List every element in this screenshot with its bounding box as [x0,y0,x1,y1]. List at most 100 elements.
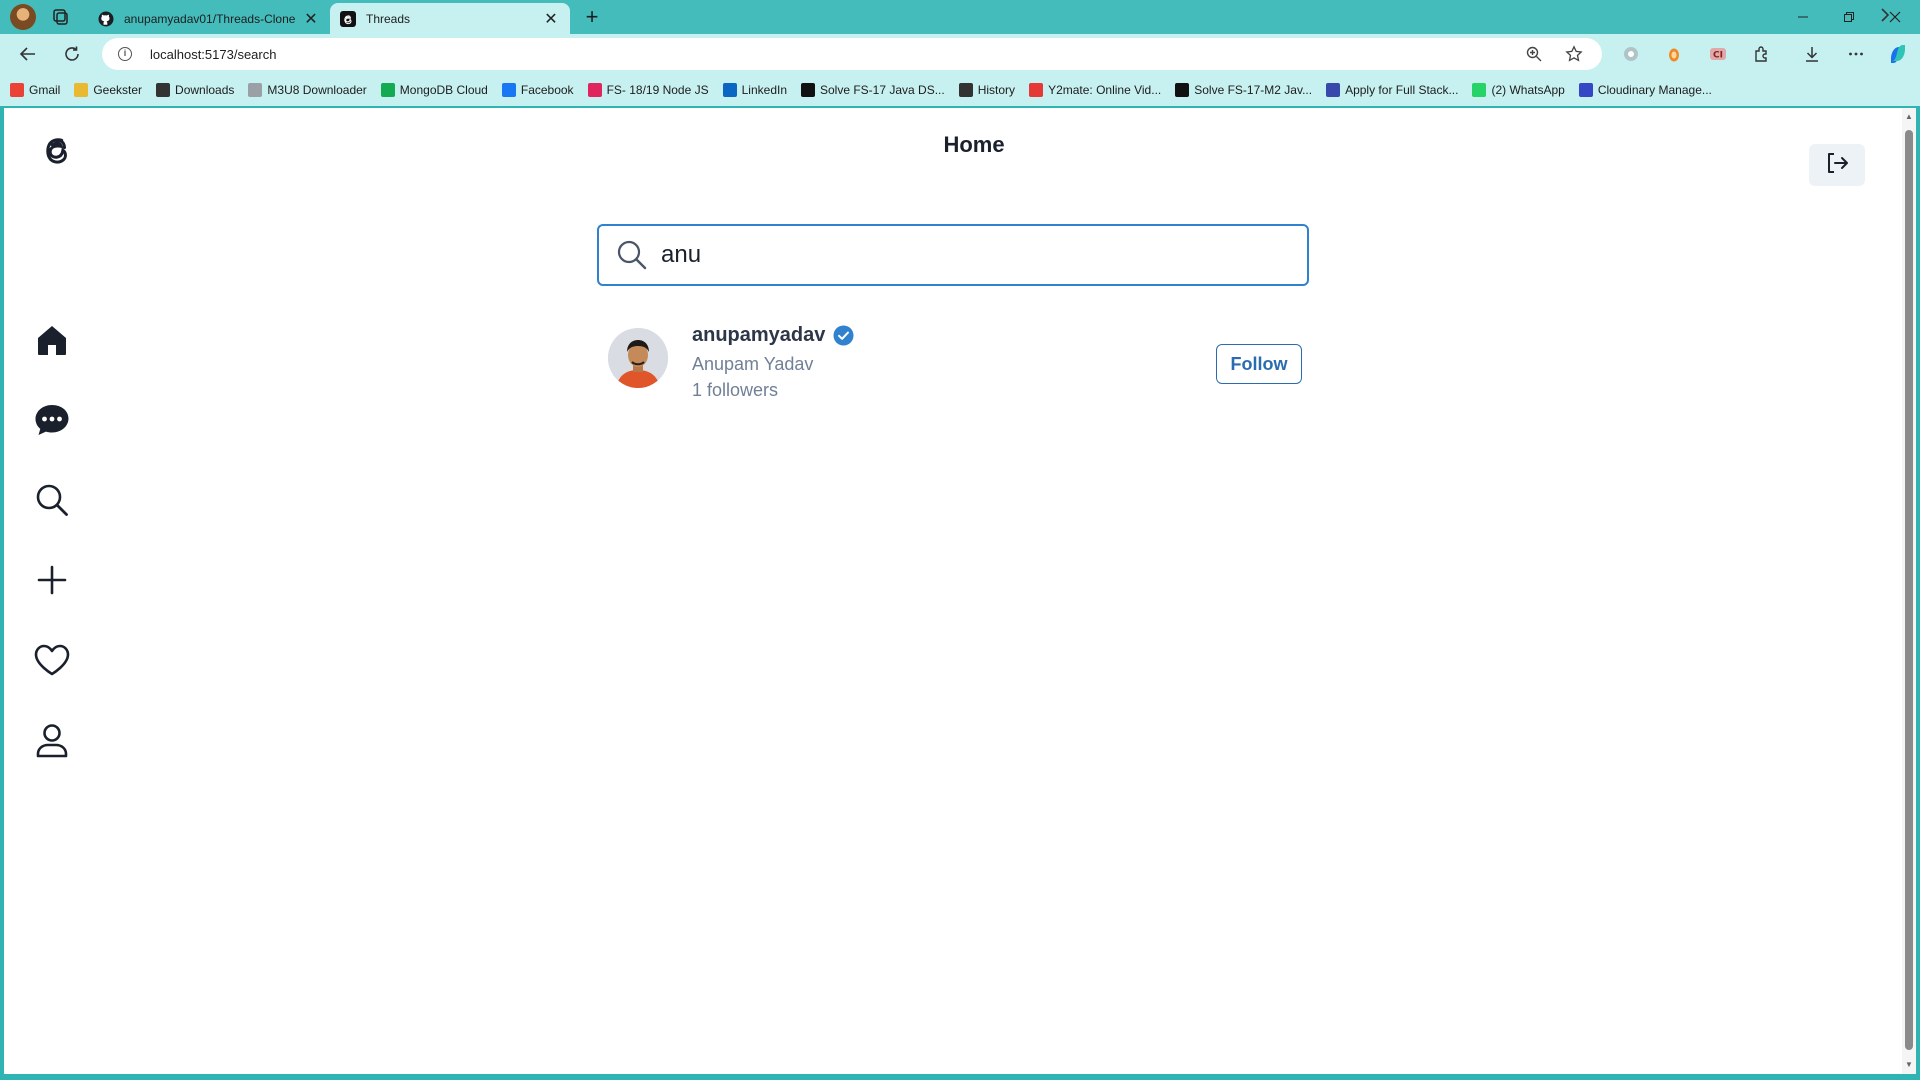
y2mate-icon [1029,83,1044,97]
bookmark-item[interactable]: Cloudinary Manage... [1578,83,1712,97]
restore-icon[interactable] [1826,0,1872,34]
m3u8-icon [248,83,263,97]
scrollbar-thumb[interactable] [1905,130,1913,1050]
github-icon [98,11,114,27]
nav-profile[interactable] [28,718,76,766]
avatar[interactable] [608,328,668,388]
bookmark-item[interactable]: Solve FS-17-M2 Jav... [1175,83,1312,97]
close-window-icon[interactable] [1872,0,1918,34]
copilot-icon[interactable] [1886,42,1910,66]
nav-messages[interactable] [28,398,76,446]
tab-github[interactable]: anupamyadav01/Threads-Clone ✕ [88,3,330,34]
download-icon [156,83,171,97]
new-tab-button[interactable]: + [581,6,603,28]
zoom-icon[interactable] [1522,42,1546,66]
more-menu-icon[interactable] [1844,42,1868,66]
bookmark-item[interactable]: LinkedIn [722,83,787,97]
bookmark-item[interactable]: M3U8 Downloader [248,83,367,97]
search-icon [35,483,69,522]
browser-toolbar: i localhost:5173/search CI [0,34,1920,74]
nav-create-post[interactable] [28,558,76,606]
page-content: Home anu anupamyadav Anupam Yadav 1 foll… [4,108,1902,1074]
bookmark-item[interactable]: Downloads [156,83,234,97]
bookmark-item[interactable]: History [958,83,1015,97]
bookmark-label: FS- 18/19 Node JS [606,83,709,97]
extension-icon[interactable] [1619,42,1643,66]
cloudinary-icon [1578,83,1593,97]
bookmark-icon [587,83,602,97]
bookmark-item[interactable]: Gmail [10,83,60,97]
result-username-row[interactable]: anupamyadav [692,324,854,347]
minimize-icon[interactable] [1780,0,1826,34]
user-icon [35,722,69,763]
logout-icon [1825,151,1849,180]
result-username[interactable]: anupamyadav [692,324,825,347]
address-bar[interactable]: i localhost:5173/search [102,38,1602,70]
history-icon [958,83,973,97]
bookmark-item[interactable]: FS- 18/19 Node JS [587,83,709,97]
bookmark-label: Downloads [175,83,235,97]
linkedin-icon [722,83,737,97]
bookmark-label: LinkedIn [741,83,787,97]
bookmark-item[interactable]: Facebook [501,83,574,97]
window-bottom-border [0,1074,1920,1080]
bookmark-item[interactable]: (2) WhatsApp [1472,83,1565,97]
scroll-down-icon[interactable]: ▼ [1904,1060,1914,1070]
extension-icon[interactable] [1662,42,1686,66]
folder-icon [74,83,89,97]
search-field[interactable] [597,224,1309,286]
search-input[interactable] [661,241,1307,269]
address-url[interactable]: localhost:5173/search [150,47,1522,62]
bookmark-label: Solve FS-17-M2 Jav... [1194,83,1313,97]
threads-icon [340,10,356,27]
workspaces-icon[interactable] [50,7,70,27]
tab-threads[interactable]: Threads ✕ [330,3,570,34]
bookmark-label: (2) WhatsApp [1491,83,1565,97]
scroll-up-icon[interactable]: ▲ [1904,112,1914,122]
page-scrollbar[interactable]: ▲ ▼ [1902,108,1916,1074]
bookmark-label: Apply for Full Stack... [1345,83,1459,97]
bookmark-label: Y2mate: Online Vid... [1048,83,1162,97]
unstop-icon [1326,83,1341,97]
bookmark-label: Geekster [93,83,143,97]
tab-title: anupamyadav01/Threads-Clone [124,11,296,26]
follow-button[interactable]: Follow [1216,344,1302,384]
search-icon [615,238,649,272]
bookmark-item[interactable]: Geekster [74,83,142,97]
bookmark-item[interactable]: Apply for Full Stack... [1326,83,1458,97]
back-icon[interactable] [16,42,40,66]
tab-close-icon[interactable]: ✕ [542,9,560,29]
bookmark-label: Cloudinary Manage... [1597,83,1712,97]
nav-search[interactable] [28,478,76,526]
logout-button[interactable] [1809,144,1865,186]
bookmark-item[interactable]: Y2mate: Online Vid... [1029,83,1161,97]
whatsapp-icon [1472,83,1487,97]
reload-icon[interactable] [60,42,84,66]
nav-activity[interactable] [28,638,76,686]
chat-bubble-icon [33,402,71,443]
downloads-icon[interactable] [1800,42,1824,66]
facebook-icon [501,83,516,97]
heart-icon [33,643,71,682]
hackerrank-icon [1175,83,1190,97]
extension-icon[interactable]: CI [1706,42,1730,66]
search-result-item[interactable]: anupamyadav Anupam Yadav 1 followers Fol… [608,324,1302,404]
bookmarks-bar: Gmail Geekster Downloads M3U8 Downloader Mon… [0,74,1920,106]
browser-tab-bar: anupamyadav01/Threads-Clone ✕ Threads ✕ … [0,0,1920,34]
bookmark-label: MongoDB Cloud [399,83,488,97]
bookmark-label: M3U8 Downloader [267,83,367,97]
bookmark-item[interactable]: MongoDB Cloud [380,83,488,97]
verified-badge-icon [833,325,854,346]
site-info-icon[interactable]: i [118,47,132,61]
favorite-star-icon[interactable] [1562,42,1586,66]
plus-icon [36,564,68,601]
hackerrank-icon [801,83,815,97]
nav-home[interactable] [28,318,76,366]
mongodb-icon [380,83,395,97]
profile-avatar-icon[interactable] [10,4,36,30]
puzzle-extensions-icon[interactable] [1750,42,1774,66]
bookmark-item[interactable]: Solve FS-17 Java DS... [801,83,945,97]
tab-title: Threads [366,11,411,26]
tab-close-icon[interactable]: ✕ [302,9,320,29]
bookmarks-more-icon[interactable] [1880,8,1890,25]
